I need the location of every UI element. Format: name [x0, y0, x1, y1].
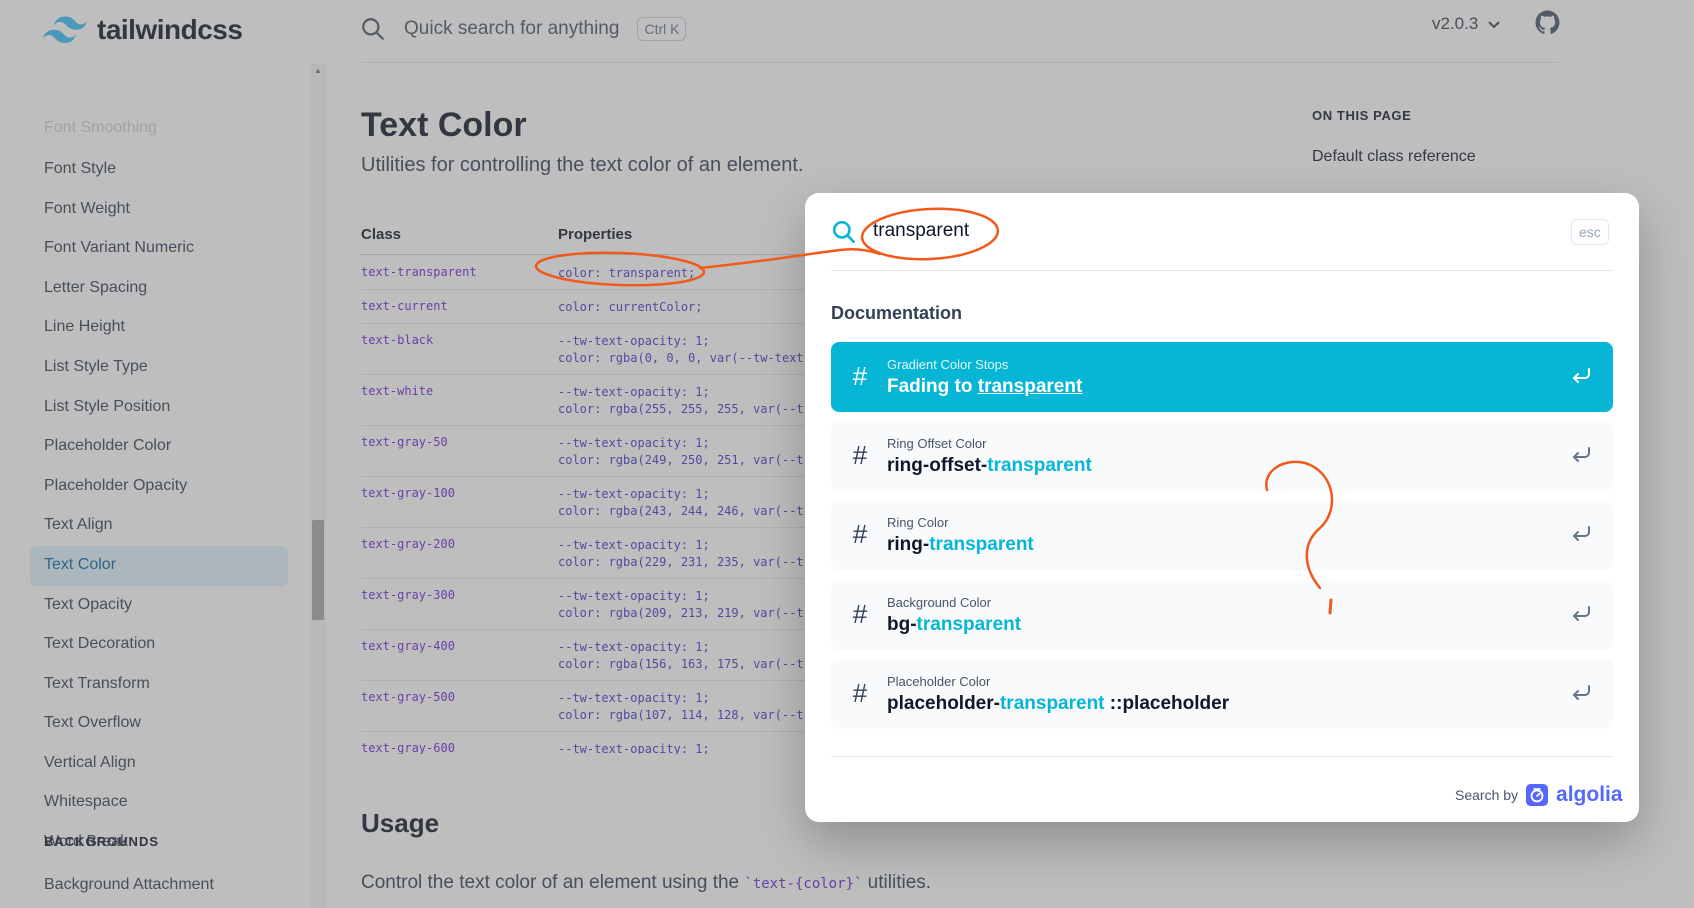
hit-title: Fading to transparent — [887, 376, 1083, 397]
hit-category: Ring Offset Color — [887, 436, 987, 451]
hash-icon: # — [852, 440, 868, 470]
search-by-label: Search by — [1455, 787, 1519, 803]
search-icon — [832, 220, 856, 244]
hash-icon: # — [852, 361, 868, 391]
hit-title: ring-offset-transparent — [887, 455, 1092, 476]
search-input[interactable] — [873, 213, 1373, 249]
hit-category: Gradient Color Stops — [887, 357, 1009, 372]
algolia-icon — [1526, 784, 1549, 806]
search-hit-background-color[interactable]: # Background Color bg-transparent — [831, 580, 1613, 650]
enter-icon — [1573, 526, 1590, 541]
hit-category: Background Color — [887, 595, 992, 610]
hit-title: ring-transparent — [887, 534, 1034, 555]
search-hit-ring-offset-color[interactable]: # Ring Offset Color ring-offset-transpar… — [831, 421, 1613, 491]
hash-icon: # — [852, 519, 868, 549]
search-modal: esc Documentation # Gradient Color Stops… — [805, 193, 1639, 822]
esc-button[interactable]: esc — [1571, 219, 1609, 245]
hash-icon: # — [852, 678, 868, 708]
search-hit-gradient-color-stops[interactable]: # Gradient Color Stops Fading to transpa… — [831, 342, 1613, 412]
results-section-label: Documentation — [831, 303, 963, 323]
enter-icon — [1573, 368, 1590, 383]
enter-icon — [1573, 685, 1590, 700]
search-divider — [831, 270, 1613, 271]
enter-icon — [1573, 447, 1590, 462]
search-hit-ring-color[interactable]: # Ring Color ring-transparent — [831, 500, 1613, 570]
hash-icon: # — [852, 599, 868, 629]
hit-title: placeholder-transparent ::placeholder — [887, 693, 1230, 714]
algolia-wordmark: algolia — [1556, 783, 1623, 806]
search-by-algolia-link[interactable]: Search by algolia — [1455, 783, 1623, 807]
hit-category: Ring Color — [887, 515, 949, 530]
enter-icon — [1573, 606, 1590, 621]
hit-category: Placeholder Color — [887, 674, 991, 689]
hit-title: bg-transparent — [887, 614, 1022, 635]
footer-divider — [831, 756, 1613, 757]
search-hit-placeholder-color[interactable]: # Placeholder Color placeholder-transpar… — [831, 659, 1613, 729]
